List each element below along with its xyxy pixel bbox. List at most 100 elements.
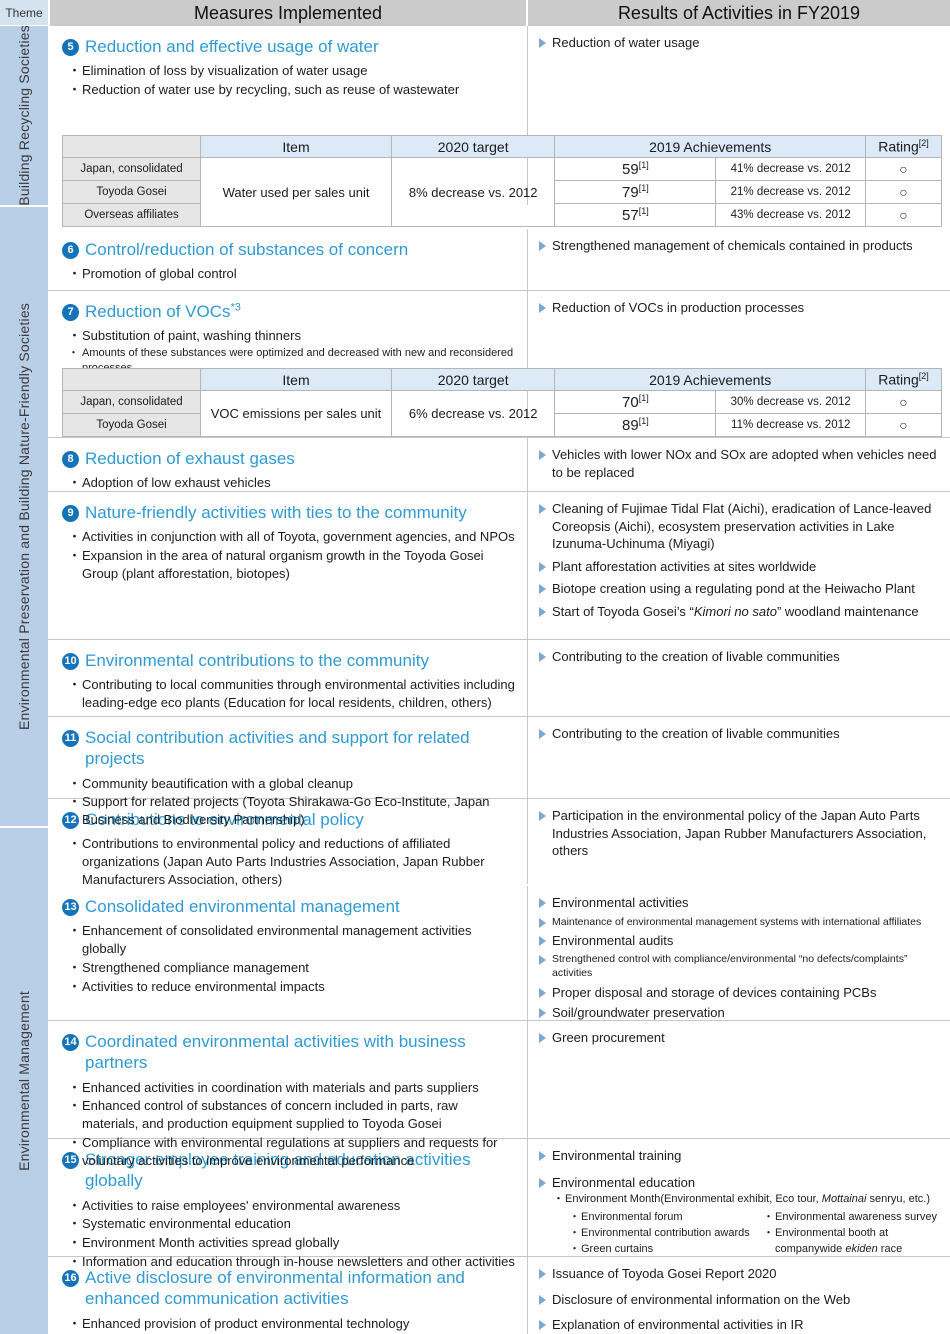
item-title: Reduction and effective usage of water <box>85 37 379 56</box>
indicator-table-5: Item 2020 target 2019 Achievements Ratin… <box>61 135 942 227</box>
bullet: Enhanced control of substances of concer… <box>68 1097 517 1133</box>
item-number-badge: 8 <box>62 451 79 468</box>
item-heading: 8 Reduction of exhaust gases <box>62 448 517 469</box>
row-label: Japan, consolidated <box>61 157 202 181</box>
item-number-badge: 6 <box>62 242 79 259</box>
result-item: Soil/groundwater preservation <box>538 1004 942 1022</box>
item-title: Social contribution activities and suppo… <box>85 728 470 769</box>
result-item: Contributing to the creation of livable … <box>538 648 942 666</box>
header-achievements: 2019 Achievements <box>554 368 867 391</box>
results-list: Vehicles with lower NOx and SOx are adop… <box>538 446 942 481</box>
achievement-note: 41% decrease vs. 2012 <box>715 157 867 181</box>
item-title: Reduction of VOCs*3 <box>85 301 241 321</box>
bullet: Strengthened compliance management <box>68 959 517 977</box>
results-list: Participation in the environmental polic… <box>538 807 942 860</box>
row-label: Toyoda Gosei <box>61 180 202 204</box>
achievement-note: 11% decrease vs. 2012 <box>715 413 867 437</box>
result-item: Maintenance of environmental management … <box>538 915 942 929</box>
achievement-note: 30% decrease vs. 2012 <box>715 390 867 414</box>
sub-col-1: Environmental forum Environmental contri… <box>569 1210 758 1258</box>
item-heading: 5 Reduction and effective usage of water <box>62 36 517 57</box>
target-value: 8% decrease vs. 2012 <box>391 157 556 227</box>
header-item: Item <box>200 135 393 158</box>
environmental-activities-table: Theme Measures Implemented Results of Ac… <box>0 0 950 1334</box>
header-target: 2020 target <box>391 135 556 158</box>
item-title: Reduction of exhaust gases <box>85 449 295 468</box>
results-cell: Strengthened management of chemicals con… <box>528 229 950 290</box>
achievement-value: 59[1] <box>554 157 717 181</box>
indicator-table-7: Item 2020 target 2019 Achievements Ratin… <box>61 368 942 437</box>
results-cell: Participation in the environmental polic… <box>528 799 950 884</box>
bullet: Systematic environmental education <box>68 1215 517 1233</box>
results-list: Environmental activities Maintenance of … <box>538 894 942 1022</box>
result-item: Strengthened management of chemicals con… <box>538 237 942 255</box>
results-cell: Issuance of Toyoda Gosei Report 2020 Dis… <box>528 1257 950 1334</box>
measure-item-6: 6 Control/reduction of substances of con… <box>48 229 950 291</box>
header-item: Item <box>200 368 393 391</box>
header-rating: Rating[2] <box>865 135 942 158</box>
rating-value: ○ <box>865 157 942 181</box>
measure-item-13: 13 Consolidated environmental management… <box>48 886 950 1021</box>
results-list: Reduction of water usage <box>538 34 942 52</box>
results-list: Contributing to the creation of livable … <box>538 648 942 666</box>
item-heading: 7 Reduction of VOCs*3 <box>62 301 517 322</box>
column-header-theme: Theme <box>0 0 48 26</box>
bullet: Elimination of loss by visualization of … <box>68 62 517 80</box>
measure-item-9: 9 Nature-friendly activities with ties t… <box>48 492 950 640</box>
item-heading: 11 Social contribution activities and su… <box>62 727 517 770</box>
header-rating: Rating[2] <box>865 368 942 391</box>
result-item: Cleaning of Fujimae Tidal Flat (Aichi), … <box>538 500 942 553</box>
table-row: Japan, consolidated Water used per sales… <box>61 157 942 227</box>
blank-header <box>61 135 202 158</box>
measure-item-14: 14 Coordinated environmental activities … <box>48 1021 950 1168</box>
theme-cell-recycling: Building Recycling Societies <box>0 26 48 207</box>
item-title: Active disclosure of environmental infor… <box>85 1268 465 1309</box>
blank-header <box>61 368 202 391</box>
theme-cell-nature-friendly: Environmental Preservation and Building … <box>0 207 48 828</box>
rating-value: ○ <box>865 203 942 227</box>
sub-bullet: Environmental forum <box>569 1210 758 1226</box>
achievement-value: 79[1] <box>554 180 717 204</box>
measure-item-8: 8 Reduction of exhaust gases Adoption of… <box>48 437 950 492</box>
results-list: Issuance of Toyoda Gosei Report 2020 Dis… <box>538 1265 942 1334</box>
theme-label: Environmental Preservation and Building … <box>16 303 32 730</box>
theme-label: Environmental Management <box>16 991 32 1171</box>
theme-group-recycling: 5 Reduction and effective usage of water… <box>48 26 950 229</box>
results-cell: Contributing to the creation of livable … <box>528 640 950 716</box>
measures-cell: 8 Reduction of exhaust gases Adoption of… <box>48 438 528 492</box>
item-number-badge: 16 <box>62 1270 79 1287</box>
bullet: Promotion of global control <box>68 265 517 283</box>
bullet: Enhancement of consolidated environmenta… <box>68 922 517 958</box>
table-header-row: Item 2020 target 2019 Achievements Ratin… <box>61 135 942 158</box>
measures-bullet-list: Contributing to local communities throug… <box>68 676 517 712</box>
column-header-results: Results of Activities in FY2019 <box>528 0 950 26</box>
sub-bullet: Environmental awareness survey <box>763 1210 937 1226</box>
theme-group-nature-friendly: 6 Control/reduction of substances of con… <box>48 229 950 887</box>
results-cell: Environmental training Environmental edu… <box>528 1139 950 1258</box>
target-value: 6% decrease vs. 2012 <box>391 390 556 437</box>
achievement-value: 57[1] <box>554 203 717 227</box>
item-number-badge: 10 <box>62 653 79 670</box>
bullet: Substitution of paint, washing thinners <box>68 327 517 345</box>
measures-bullet-list: Community beautification with a global c… <box>68 775 517 830</box>
item-label: VOC emissions per sales unit <box>200 390 393 437</box>
result-item: Environmental activities <box>538 894 942 912</box>
row-label: Overseas affiliates <box>61 203 202 227</box>
results-cell: Vehicles with lower NOx and SOx are adop… <box>528 438 950 491</box>
measures-bullet-list: Enhanced provision of product environmen… <box>68 1315 517 1334</box>
results-cell: Contributing to the creation of livable … <box>528 717 950 798</box>
header-achievements: 2019 Achievements <box>554 135 867 158</box>
table-header-row: Item 2020 target 2019 Achievements Ratin… <box>61 368 942 391</box>
item-title: Consolidated environmental management <box>85 897 400 916</box>
result-item: Participation in the environmental polic… <box>538 807 942 860</box>
table-body: Building Recycling Societies Environment… <box>0 26 950 1334</box>
result-item: Plant afforestation activities at sites … <box>538 558 942 576</box>
result-item: Disclosure of environmental information … <box>538 1291 942 1309</box>
rating-value: ○ <box>865 413 942 437</box>
bullet: Compliance with environmental regulation… <box>68 1134 517 1170</box>
measures-cell: 6 Control/reduction of substances of con… <box>48 229 528 290</box>
measures-cell: 9 Nature-friendly activities with ties t… <box>48 492 528 639</box>
item-title: Control/reduction of substances of conce… <box>85 240 409 259</box>
result-item: Biotope creation using a regulating pond… <box>538 580 942 598</box>
item-heading: 6 Control/reduction of substances of con… <box>62 239 517 260</box>
